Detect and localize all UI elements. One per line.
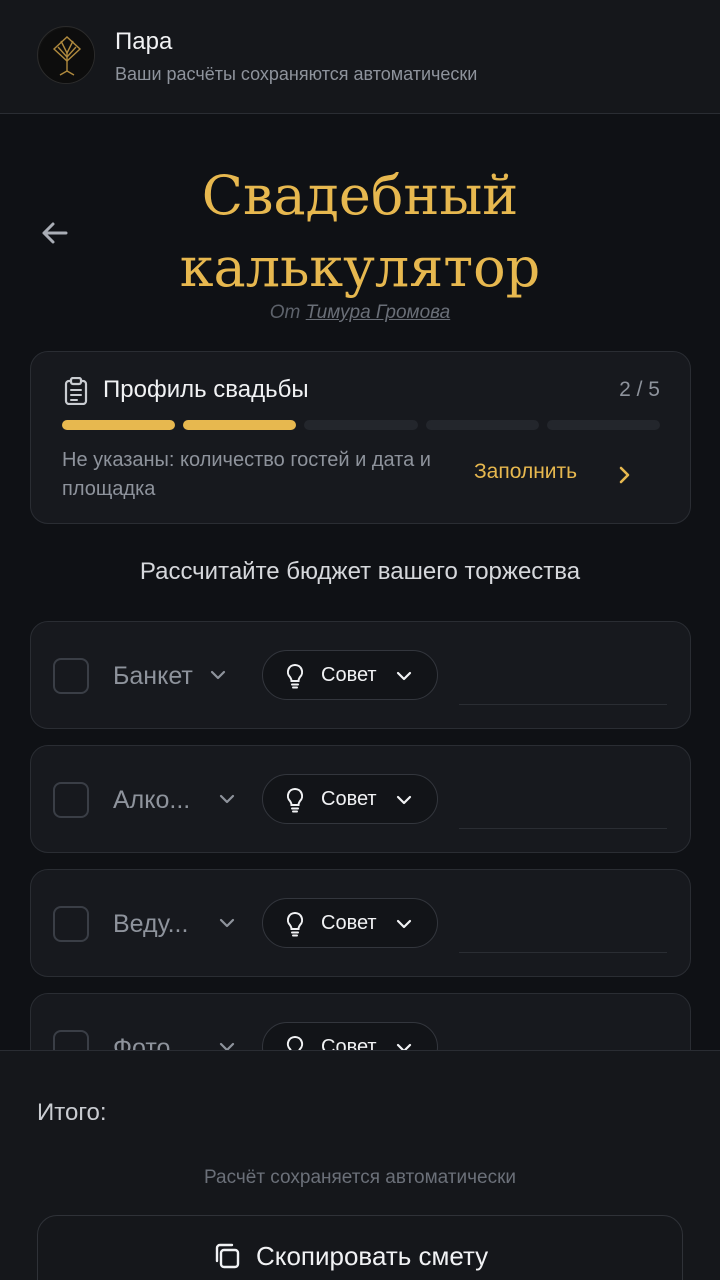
page-title-line1: Свадебный [201,164,519,227]
budget-item-row: Банкет Совет [30,621,691,729]
progress-segment [425,420,539,430]
tip-label: Совет [321,664,377,686]
chevron-down-icon[interactable] [218,916,236,930]
author-line: От Тимура Громова [0,302,720,324]
chevron-right-icon[interactable] [614,463,634,487]
missing-fields-text: Не указаны: количество гостей и дата и п… [62,449,431,500]
copy-icon [215,1243,240,1269]
chevron-down-icon[interactable] [218,792,236,806]
chevron-down-icon [396,919,412,929]
category-name[interactable]: Веду... [113,910,188,939]
fill-profile-button[interactable]: Заполнить [474,460,577,484]
avatar[interactable] [37,26,95,84]
tip-label: Совет [321,1036,377,1050]
author-prefix: От [269,302,301,323]
profile-progress-bar [62,420,661,430]
budget-item-row: Алко... Совет [30,745,691,853]
author-link[interactable]: Тимура Громова [306,302,451,323]
chevron-down-icon[interactable] [209,668,227,682]
page-title: Свадебный калькулятор [0,160,720,304]
lightbulb-icon [286,1035,304,1050]
chevron-down-icon[interactable] [218,1040,236,1050]
tip-button[interactable]: Совет [262,898,438,948]
progress-segment [304,420,418,430]
summary-panel: Итого: Расчёт сохраняется автоматически … [0,1050,720,1280]
lightbulb-icon [286,663,304,689]
total-label: Итого: [37,1099,107,1126]
lightbulb-icon [286,911,304,937]
item-checkbox[interactable] [53,906,89,942]
copy-estimate-label: Скопировать смету [256,1241,489,1271]
amount-input[interactable] [459,704,667,705]
budget-items-list: Банкет Совет Алко... Совет Веду... Совет [0,600,720,1050]
tip-label: Совет [321,788,377,810]
calculator-subtitle: Рассчитайте бюджет вашего торжества [139,558,581,585]
progress-segment [183,420,297,430]
tip-button[interactable]: Совет [262,774,438,824]
chevron-down-icon [396,671,412,681]
page-title-line2: калькулятор [179,236,541,299]
app-subtitle: Ваши расчёты сохраняются автоматически [115,64,478,84]
item-checkbox[interactable] [53,658,89,694]
copy-estimate-button[interactable]: Скопировать смету [37,1215,683,1280]
tip-label: Совет [321,912,377,934]
tree-logo-icon [39,28,94,83]
progress-segment [546,420,661,430]
category-name[interactable]: Банкет [113,662,193,691]
budget-item-row: Веду... Совет [30,869,691,977]
item-checkbox[interactable] [53,782,89,818]
amount-input[interactable] [459,952,667,953]
chevron-down-icon [396,1043,412,1050]
amount-input[interactable] [459,828,667,829]
wedding-profile-card: Профиль свадьбы 2 / 5 Не указаны: количе… [30,351,691,524]
budget-item-row: Фото... Совет [30,993,691,1050]
profile-step-count: 2 / 5 [619,378,660,401]
tip-button[interactable]: Совет [262,650,438,700]
tip-button[interactable]: Совет [262,1022,438,1050]
chevron-down-icon [396,795,412,805]
lightbulb-icon [286,787,304,813]
top-bar: Пара Ваши расчёты сохраняются автоматиче… [0,0,720,114]
category-name[interactable]: Алко... [113,786,190,815]
category-name[interactable]: Фото... [113,1034,191,1050]
profile-title: Профиль свадьбы [103,376,309,403]
app-title: Пара [115,28,173,55]
progress-segment [62,420,176,430]
item-checkbox[interactable] [53,1030,89,1050]
clipboard-icon [64,377,88,405]
autosave-note: Расчёт сохраняется автоматически [203,1167,517,1188]
